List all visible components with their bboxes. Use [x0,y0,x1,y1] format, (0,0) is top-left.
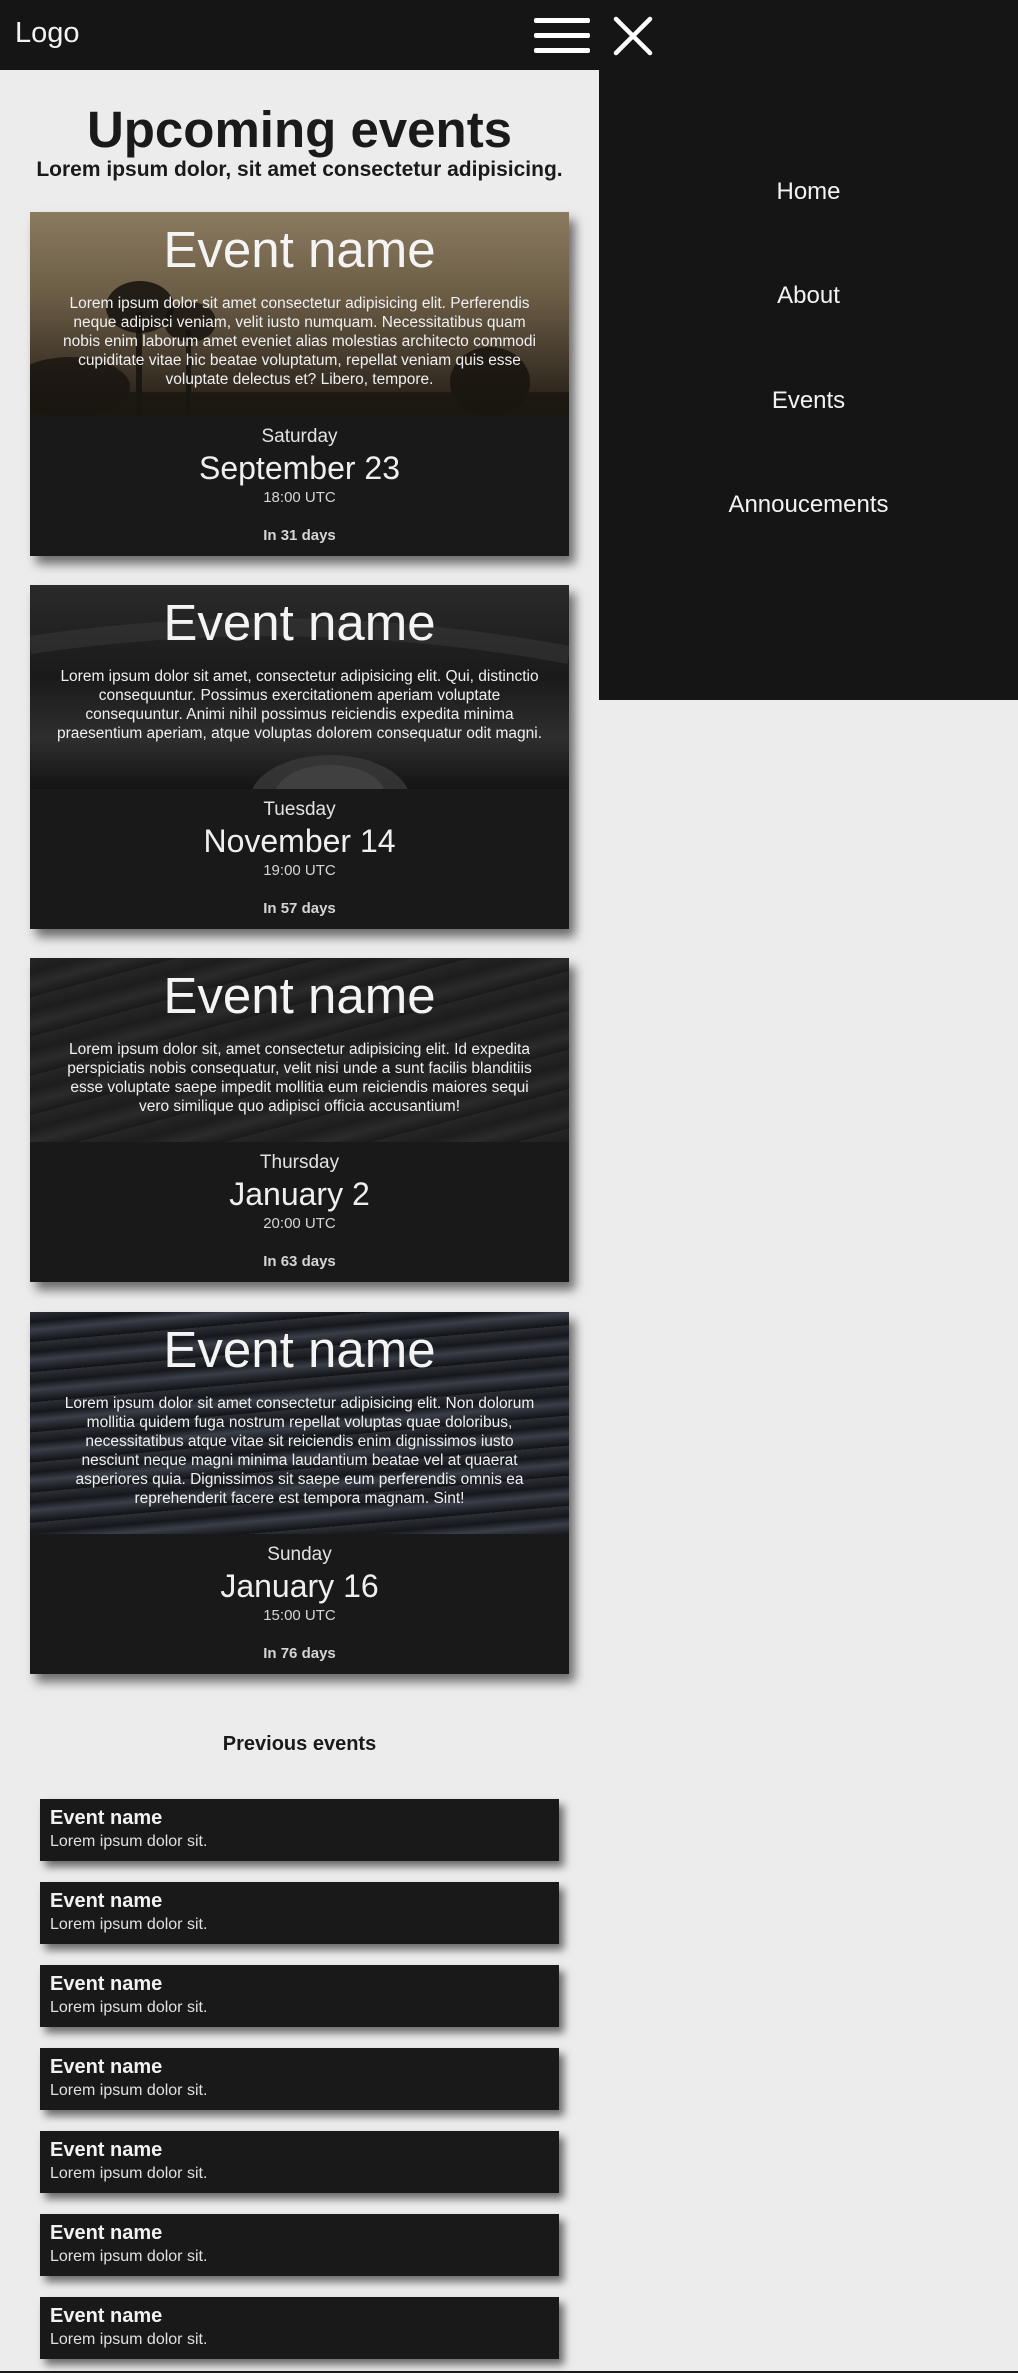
previous-event-name: Event name [50,1973,163,1995]
event-weekday: Thursday [259,1152,340,1173]
event-info: Saturday September 23 18:00 UTC In 31 da… [30,416,569,556]
previous-event-item[interactable]: Event name Lorem ipsum dolor sit. [40,2048,559,2110]
previous-event-item[interactable]: Event name Lorem ipsum dolor sit. [40,2131,559,2193]
menu-item-announcements[interactable]: Annoucements [599,491,1018,519]
event-card[interactable]: Event name Lorem ipsum dolor sit, amet c… [30,958,569,1282]
menu-item-about[interactable]: About [599,282,1018,310]
event-time: 18:00 UTC [263,489,336,506]
previous-event-name: Event name [50,2139,163,2161]
event-description: Lorem ipsum dolor sit amet, consectetur … [56,668,543,742]
event-info: Sunday January 16 15:00 UTC In 76 days [30,1534,569,1674]
previous-event-description: Lorem ipsum dolor sit. [50,1999,208,2016]
event-time: 19:00 UTC [263,862,336,879]
previous-event-item[interactable]: Event name Lorem ipsum dolor sit. [40,1799,559,1861]
top-bar: Logo [0,0,1018,70]
event-weekday: Sunday [267,1544,332,1565]
logo[interactable]: Logo [15,17,80,50]
previous-event-name: Event name [50,1890,163,1912]
event-description: Lorem ipsum dolor sit amet consectetur a… [64,1395,535,1507]
event-hero-image: Event name Lorem ipsum dolor sit amet co… [30,212,569,416]
event-card[interactable]: Event name Lorem ipsum dolor sit amet co… [30,212,569,556]
hamburger-icon[interactable] [534,16,590,54]
event-countdown: In 63 days [263,1253,336,1270]
event-hero-image: Event name Lorem ipsum dolor sit, amet c… [30,958,569,1142]
previous-event-name: Event name [50,1807,163,1829]
close-icon[interactable] [613,16,653,56]
event-weekday: Tuesday [263,799,336,820]
event-date: January 16 [220,1568,379,1604]
previous-event-description: Lorem ipsum dolor sit. [50,2082,208,2099]
event-countdown: In 76 days [263,1645,336,1662]
event-hero-image: Event name Lorem ipsum dolor sit amet co… [30,1312,569,1534]
previous-event-description: Lorem ipsum dolor sit. [50,2165,208,2182]
previous-event-description: Lorem ipsum dolor sit. [50,2248,208,2265]
event-description: Lorem ipsum dolor sit, amet consectetur … [67,1041,532,1115]
event-time: 15:00 UTC [263,1607,336,1624]
page-subtitle: Lorem ipsum dolor, sit amet consectetur … [36,158,563,181]
event-hero-image: Event name Lorem ipsum dolor sit amet, c… [30,585,569,789]
event-date: September 23 [198,450,400,486]
event-countdown: In 57 days [263,900,336,917]
event-title: Event name [163,1321,436,1378]
event-title: Event name [163,967,436,1024]
previous-event-description: Lorem ipsum dolor sit. [50,2331,208,2348]
event-weekday: Saturday [261,426,338,447]
event-title: Event name [163,221,436,278]
event-countdown: In 31 days [263,527,336,544]
event-card[interactable]: Event name Lorem ipsum dolor sit amet co… [30,1312,569,1674]
event-title: Event name [163,594,436,651]
previous-event-description: Lorem ipsum dolor sit. [50,1916,208,1933]
previous-event-name: Event name [50,2056,163,2078]
side-menu: Home About Events Annoucements [599,70,1018,700]
event-time: 20:00 UTC [263,1215,336,1232]
previous-event-description: Lorem ipsum dolor sit. [50,1833,208,1850]
previous-event-name: Event name [50,2222,163,2244]
event-description: Lorem ipsum dolor sit amet consectetur a… [63,295,536,388]
previous-event-item[interactable]: Event name Lorem ipsum dolor sit. [40,2297,559,2359]
previous-event-item[interactable]: Event name Lorem ipsum dolor sit. [40,1965,559,2027]
menu-item-events[interactable]: Events [599,387,1018,415]
event-info: Thursday January 2 20:00 UTC In 63 days [30,1142,569,1282]
event-date: January 2 [229,1176,370,1212]
event-card[interactable]: Event name Lorem ipsum dolor sit amet, c… [30,585,569,929]
event-info: Tuesday November 14 19:00 UTC In 57 days [30,789,569,929]
previous-event-name: Event name [50,2305,163,2327]
page-title: Upcoming events [86,101,513,158]
previous-event-item[interactable]: Event name Lorem ipsum dolor sit. [40,1882,559,1944]
previous-events-title: Previous events [222,1733,377,1755]
event-date: November 14 [203,823,396,859]
previous-event-item[interactable]: Event name Lorem ipsum dolor sit. [40,2214,559,2276]
menu-item-home[interactable]: Home [599,178,1018,206]
